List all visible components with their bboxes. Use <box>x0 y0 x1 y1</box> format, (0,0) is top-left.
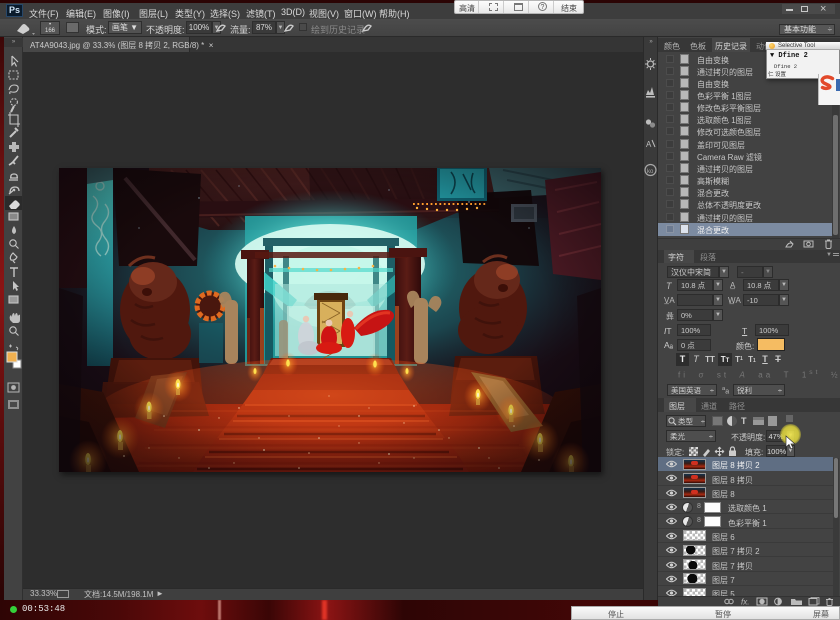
svg-text:ko: ko <box>647 169 654 175</box>
svg-text:A: A <box>646 140 652 149</box>
svg-text:fx.: fx. <box>741 598 749 607</box>
